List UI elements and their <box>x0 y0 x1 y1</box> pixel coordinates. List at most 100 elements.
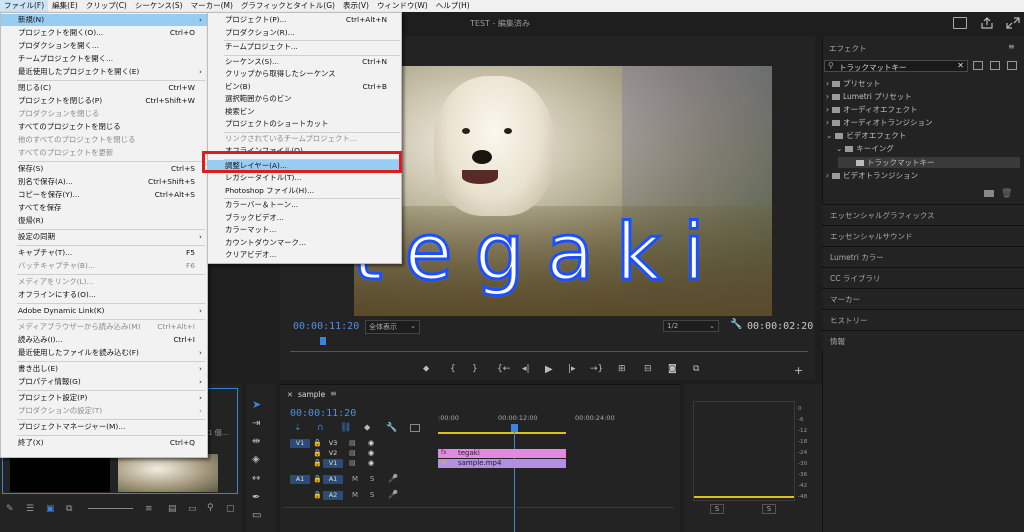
track-label-a1[interactable]: A1 <box>323 475 343 484</box>
captions-icon[interactable] <box>410 424 420 432</box>
file-menu-item[interactable]: 別名で保存(A)... Ctrl+Shift+S <box>1 176 207 188</box>
ripple-edit-tool-icon[interactable]: ⇹ <box>252 436 260 447</box>
sort-icon[interactable]: ≡ <box>145 504 153 514</box>
slip-tool-icon[interactable]: ↔ <box>252 473 260 484</box>
mark-out-button[interactable]: } <box>472 364 478 374</box>
list-view-icon[interactable]: ☰ <box>26 504 34 514</box>
pen-tool-icon[interactable]: ✒ <box>252 492 260 503</box>
linked-selection-icon[interactable]: ⛓ <box>340 423 351 433</box>
zoom-select[interactable]: 全体表示 ⌄ <box>365 320 420 334</box>
new-submenu-item[interactable]: レガシータイトル(T)... <box>208 172 401 184</box>
tree-item-track-matte-key[interactable]: トラックマットキー <box>853 157 935 168</box>
track-label-v1[interactable]: V1 <box>323 459 343 468</box>
file-menu-item[interactable]: Adobe Dynamic Link(K) › <box>1 305 207 317</box>
file-menu-item[interactable]: チームプロジェクトを開く... <box>1 53 207 65</box>
new-submenu-item[interactable]: プロジェクトのショートカット <box>208 118 401 130</box>
program-playhead[interactable] <box>320 337 326 345</box>
solo-right-button[interactable]: S <box>762 504 776 514</box>
track-label-v3[interactable]: V3 <box>323 439 343 448</box>
file-menu-item[interactable]: コピーを保存(Y)... Ctrl+Alt+S <box>1 189 207 201</box>
zoom-slider[interactable] <box>88 508 133 509</box>
menu-graphics[interactable]: グラフィックとタイトル(G) <box>237 0 339 12</box>
section-history[interactable]: ヒストリー <box>822 309 1024 329</box>
tree-item-audio-effects[interactable]: › オーディオエフェクト <box>826 104 917 115</box>
tree-item-presets[interactable]: › プリセット <box>826 78 881 89</box>
new-submenu-item[interactable]: チームプロジェクト... <box>208 41 401 53</box>
file-menu-item[interactable]: 復帰(R) <box>1 215 207 227</box>
new-submenu-item[interactable]: ビン(B) Ctrl+B <box>208 81 401 93</box>
eye-icon[interactable]: ◉ <box>368 439 374 447</box>
add-marker-button[interactable]: ⬥ <box>423 364 429 374</box>
compare-button[interactable]: ⧉ <box>693 364 699 374</box>
project-thumbnail-sample[interactable] <box>118 454 218 492</box>
section-info[interactable]: 情報 <box>822 330 1024 350</box>
new-submenu-item[interactable]: クリップから取得したシーケンス <box>208 68 401 80</box>
pencil-icon[interactable]: ✎ <box>6 504 14 514</box>
file-menu-item[interactable]: プロジェクトを閉じる(P) Ctrl+Shift+W <box>1 95 207 107</box>
track-label-a2[interactable]: A2 <box>323 491 343 500</box>
new-submenu-item[interactable]: 検索ビン <box>208 106 401 118</box>
section-markers[interactable]: マーカー <box>822 288 1024 308</box>
delete-icon[interactable]: 🗑 <box>1001 189 1012 199</box>
menu-marker[interactable]: マーカー(M) <box>187 0 237 12</box>
wrench-icon[interactable]: 🔧 <box>730 319 742 330</box>
yuv-effects-icon[interactable] <box>1007 61 1017 70</box>
accelerated-effects-icon[interactable] <box>973 61 983 70</box>
new-submenu-item[interactable]: カウントダウンマーク... <box>208 237 401 249</box>
lock-icon[interactable]: 🔒 <box>313 459 322 467</box>
file-menu-item[interactable]: プロパティ情報(G) › <box>1 376 207 388</box>
new-bin-icon[interactable] <box>984 190 994 197</box>
solo-left-button[interactable]: S <box>710 504 724 514</box>
file-menu-item[interactable]: 保存(S) Ctrl+S <box>1 163 207 175</box>
program-scrub-bar[interactable] <box>290 346 808 352</box>
add-button[interactable]: + <box>794 364 803 377</box>
tree-item-keying[interactable]: ⌄ キーイング <box>836 143 894 154</box>
selection-tool-icon[interactable]: ➤ <box>252 398 261 411</box>
new-submenu-item[interactable]: クリアビデオ... <box>208 249 401 261</box>
lock-icon[interactable]: 🔒 <box>313 449 322 457</box>
new-submenu-item[interactable]: カラーバー＆トーン... <box>208 199 401 211</box>
new-bin-button-icon[interactable]: ▭ <box>188 504 197 514</box>
file-menu-item[interactable]: プロダクションを開く... <box>1 40 207 52</box>
source-patch-a1[interactable]: A1 <box>290 475 310 484</box>
mute-button[interactable]: M <box>352 491 358 499</box>
sync-lock-icon[interactable]: ▤ <box>349 459 356 467</box>
solo-button[interactable]: S <box>370 491 374 499</box>
tree-item-video-effects[interactable]: ⌄ ビデオエフェクト <box>826 130 906 141</box>
new-badge-icon[interactable] <box>953 17 967 29</box>
rectangle-tool-icon[interactable]: ▭ <box>252 510 261 521</box>
close-sequence-icon[interactable]: ✕ <box>287 391 293 399</box>
microphone-icon[interactable]: 🎤 <box>388 490 398 499</box>
file-menu-item[interactable]: 閉じる(C) Ctrl+W <box>1 82 207 94</box>
new-submenu-item[interactable]: 選択範囲からのビン <box>208 93 401 105</box>
file-menu-item[interactable]: 書き出し(E) › <box>1 363 207 375</box>
add-timeline-marker-icon[interactable]: ⬥ <box>364 423 370 433</box>
tree-item-audio-transitions[interactable]: › オーディオトランジション <box>826 117 932 128</box>
menu-file[interactable]: ファイル(F) <box>0 0 49 12</box>
new-submenu-item[interactable]: カラーマット... <box>208 224 401 236</box>
file-menu-item[interactable]: 新規(N) › <box>1 14 207 26</box>
lock-icon[interactable]: 🔒 <box>313 491 322 499</box>
file-menu-item[interactable]: すべてのプロジェクトを閉じる <box>1 121 207 133</box>
new-submenu-item[interactable]: Photoshop ファイル(H)... <box>208 185 401 197</box>
file-menu-item[interactable]: 終了(X) Ctrl+Q <box>1 437 207 449</box>
expand-icon[interactable] <box>1006 17 1020 29</box>
section-cc-libraries[interactable]: CC ライブラリ <box>822 267 1024 287</box>
sequence-menu-icon[interactable]: ≡ <box>330 389 337 398</box>
panel-menu-icon[interactable]: ≡ <box>1008 42 1015 51</box>
tree-item-lumetri-presets[interactable]: › Lumetri プリセット <box>826 91 912 102</box>
eye-icon[interactable]: ◉ <box>368 449 374 457</box>
file-menu-item[interactable]: すべてを保存 <box>1 202 207 214</box>
program-timecode-current[interactable]: 00:00:11:20 <box>293 321 359 332</box>
project-thumbnail-tegaki[interactable] <box>10 456 110 492</box>
menu-window[interactable]: ウィンドウ(W) <box>373 0 432 12</box>
new-item-icon[interactable]: ▢ <box>226 504 235 514</box>
timeline-playhead-handle[interactable] <box>511 424 518 432</box>
file-menu-item[interactable]: 読み込み(I)... Ctrl+I <box>1 334 207 346</box>
section-essential-graphics[interactable]: エッセンシャルグラフィックス <box>822 204 1024 224</box>
timeline-timecode[interactable]: 00:00:11:20 <box>290 408 356 419</box>
lift-button[interactable]: ⊞ <box>618 364 626 374</box>
effects-search-input[interactable]: ⚲ トラックマットキー ✕ <box>824 60 968 72</box>
file-menu-item[interactable]: プロジェクト設定(P) › <box>1 392 207 404</box>
file-menu-item[interactable]: プロジェクトマネージャー(M)... <box>1 421 207 433</box>
